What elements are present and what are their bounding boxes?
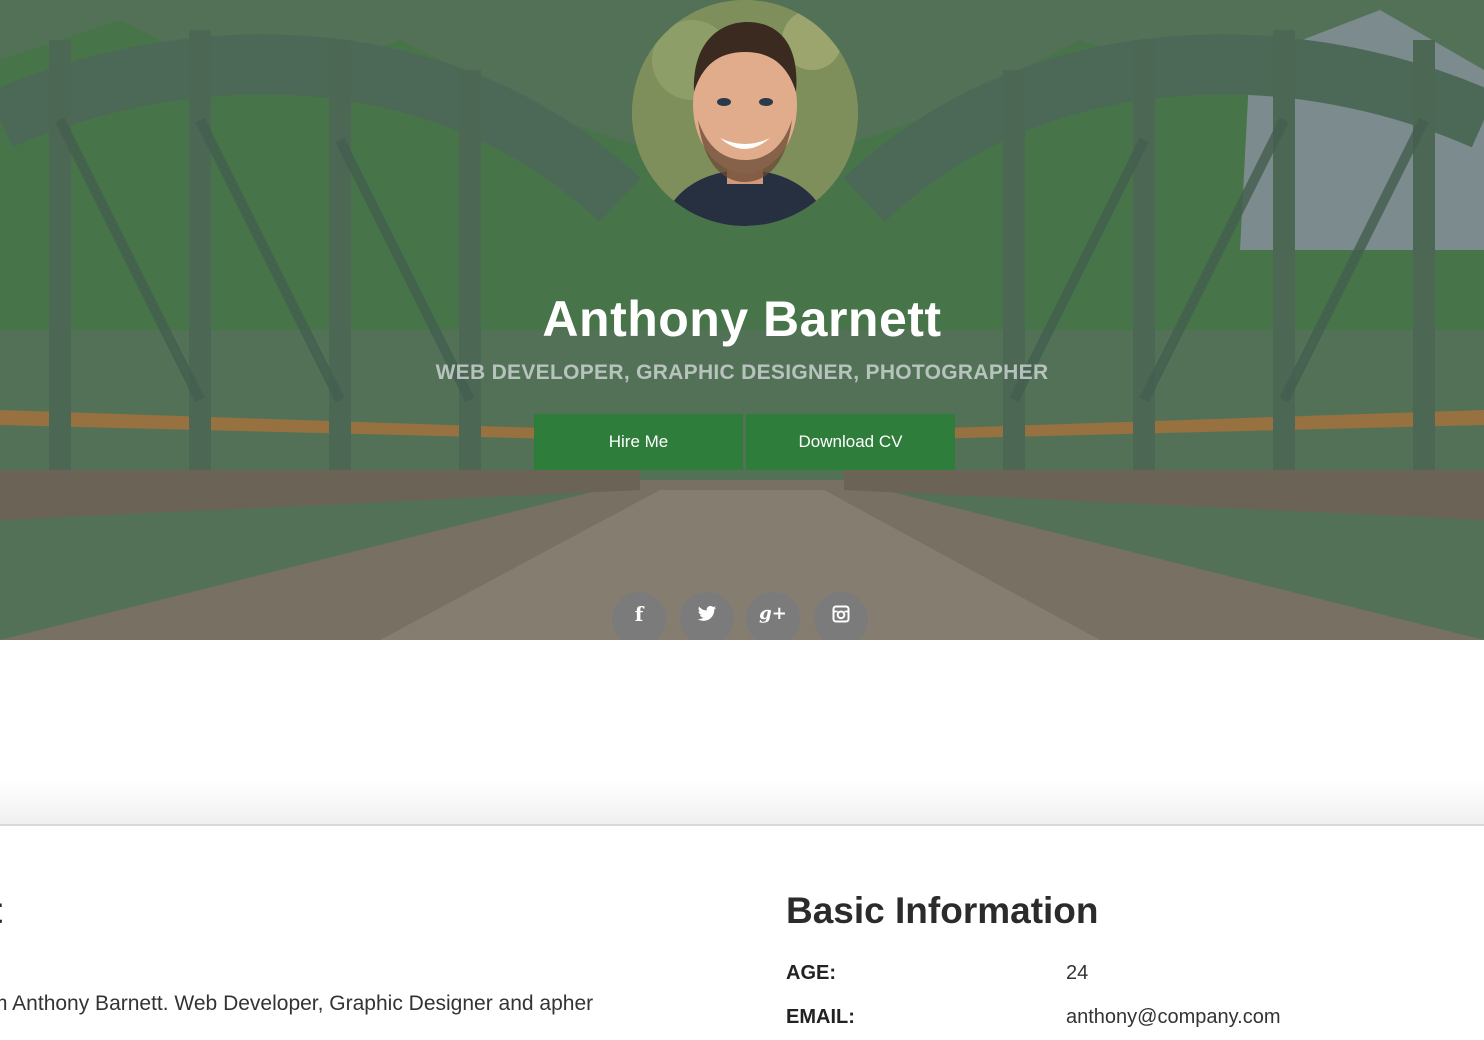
section-divider [0, 780, 1484, 826]
profile-subtitle: WEB DEVELOPER, GRAPHIC DESIGNER, PHOTOGR… [435, 361, 1049, 384]
google-plus-icon: g+ [759, 603, 787, 624]
download-cv-button[interactable]: Download CV [746, 414, 955, 470]
twitter-icon [697, 606, 717, 621]
info-value: 24 [1066, 962, 1089, 984]
info-value: anthony@company.com [1066, 1006, 1281, 1028]
info-label: EMAIL: [786, 1006, 855, 1028]
instagram-icon [832, 605, 850, 623]
twitter-link[interactable] [680, 592, 734, 640]
about-title: t [0, 890, 2, 932]
instagram-link[interactable] [814, 592, 868, 640]
google-plus-link[interactable]: g+ [746, 592, 800, 640]
facebook-link[interactable]: f [612, 592, 666, 640]
facebook-icon: f [634, 602, 644, 626]
about-text: m Anthony Barnett. Web Developer, Graphi… [0, 992, 594, 1015]
profile-photo [632, 0, 858, 226]
profile-avatar [632, 0, 858, 226]
hire-me-button[interactable]: Hire Me [534, 414, 743, 470]
profile-name: Anthony Barnett [542, 291, 942, 347]
info-row-age: AGE: 24 [786, 962, 1406, 992]
basic-information-title: Basic Information [786, 890, 1099, 931]
info-label: AGE: [786, 962, 836, 984]
info-row-email: EMAIL: anthony@company.com [786, 1006, 1406, 1036]
hero-banner: Anthony Barnett WEB DEVELOPER, GRAPHIC D… [0, 0, 1484, 640]
